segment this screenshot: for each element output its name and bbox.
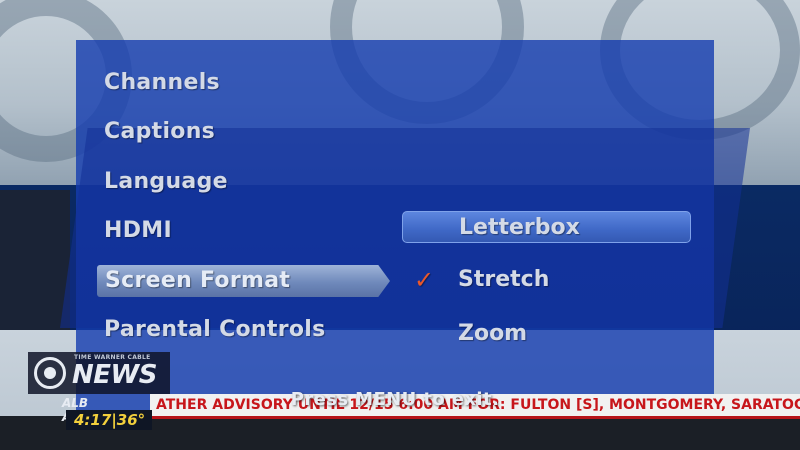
temperature-text: 36° [116,411,146,429]
eye-logo-icon [34,357,66,389]
menu-item-channels[interactable]: Channels [104,67,220,99]
option-letterbox[interactable]: Letterbox [402,211,691,243]
menu-item-parental-controls[interactable]: Parental Controls [104,314,326,346]
menu-item-captions[interactable]: Captions [104,116,215,148]
menu-item-screen-format[interactable]: Screen Format [97,265,390,297]
option-stretch-label: Stretch [458,267,550,292]
checkmark-icon: ✓ [414,266,435,294]
time-text: 4:17 [74,411,112,429]
ticker-stripe [150,416,800,419]
option-letterbox-label: Letterbox [459,215,580,240]
menu-item-language[interactable]: Language [104,166,228,198]
option-zoom[interactable]: Zoom [402,318,691,350]
background-dark-edge [0,190,70,335]
location-label: ALB AIRPORT [62,396,121,424]
menu-item-hdmi[interactable]: HDMI [104,215,172,247]
news-logo-text: NEWS [72,360,157,390]
exit-hint: Press MENU to exit. [290,389,500,410]
option-zoom-label: Zoom [458,321,528,346]
option-stretch[interactable]: ✓ Stretch [402,264,691,296]
time-temperature: 4:17|36° [66,410,152,430]
